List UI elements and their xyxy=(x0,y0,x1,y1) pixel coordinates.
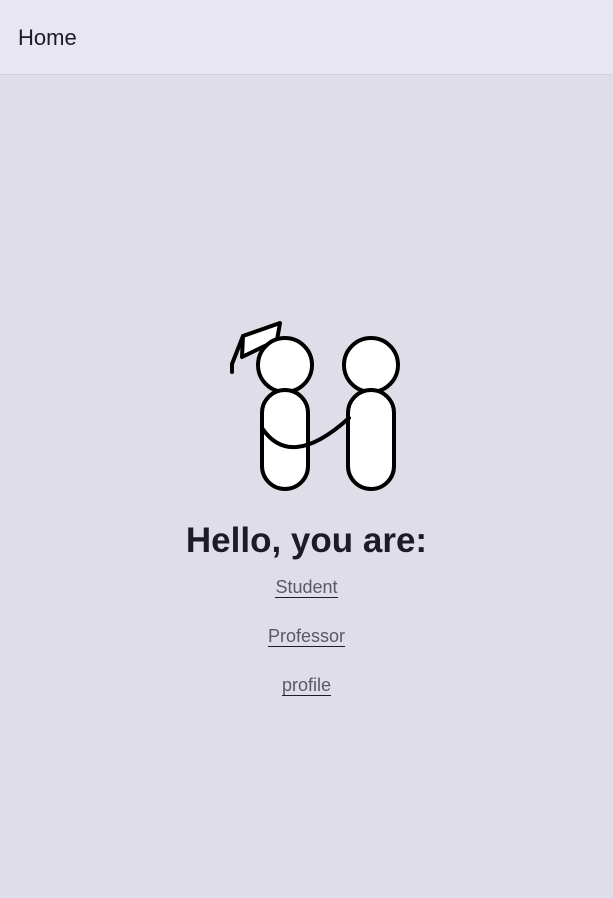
student-professor-illustration-icon xyxy=(230,321,400,491)
profile-link-wrapper: profile xyxy=(207,671,407,720)
greeting-heading: Hello, you are: xyxy=(185,521,428,560)
role-selection-links: Student Professor profile xyxy=(0,573,613,720)
student-link-wrapper: Student xyxy=(207,573,407,622)
student-link[interactable]: Student xyxy=(275,577,338,598)
page-title: Home xyxy=(18,25,77,50)
top-app-bar: Home xyxy=(0,0,613,75)
professor-link-wrapper: Professor xyxy=(207,622,407,671)
professor-link[interactable]: Professor xyxy=(267,626,346,647)
profile-link[interactable]: profile xyxy=(281,675,332,696)
